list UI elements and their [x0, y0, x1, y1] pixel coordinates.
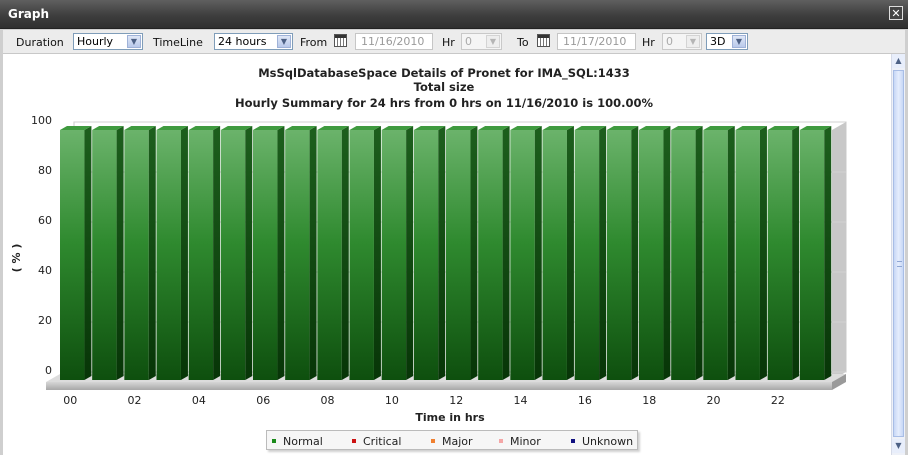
timeline-select[interactable]: 24 hours ▼ [214, 33, 293, 50]
chart-subtitle: Total size [413, 80, 475, 94]
duration-select[interactable]: Hourly ▼ [73, 33, 143, 50]
chevron-down-icon: ▼ [127, 35, 141, 48]
to-label: To [517, 36, 529, 49]
scroll-thumb[interactable] [893, 70, 904, 437]
view-select[interactable]: 3D ▼ [706, 33, 748, 50]
from-label: From [300, 36, 328, 49]
legend-swatch [571, 439, 575, 443]
to-date-field[interactable]: 11/17/2010 [557, 33, 636, 50]
to-hr-select[interactable]: 0 ▼ [662, 33, 702, 50]
to-hr-label: Hr [642, 36, 655, 49]
legend-item-critical: Critical [352, 435, 401, 448]
graph-toolbar: Duration Hourly ▼ TimeLine 24 hours ▼ Fr… [3, 30, 905, 54]
legend-swatch [352, 439, 356, 443]
from-hr-label: Hr [442, 36, 455, 49]
vertical-scrollbar[interactable]: ▲ ▼ [891, 54, 905, 455]
legend-swatch [499, 439, 503, 443]
legend-item-major: Major [431, 435, 473, 448]
duration-value: Hourly [77, 35, 114, 48]
window-titlebar: Graph ✕ [0, 0, 908, 29]
scroll-up-icon[interactable]: ▲ [892, 54, 905, 68]
view-value: 3D [710, 35, 726, 48]
window-title: Graph [8, 7, 49, 21]
legend-item-unknown: Unknown [571, 435, 633, 448]
from-hr-value: 0 [465, 35, 472, 48]
from-hr-select[interactable]: 0 ▼ [461, 33, 502, 50]
chart-legend: Normal Critical Major Minor Unknown [266, 430, 638, 450]
from-date-field[interactable]: 11/16/2010 [355, 33, 433, 50]
timeline-value: 24 hours [218, 35, 267, 48]
legend-swatch [272, 439, 276, 443]
legend-swatch [431, 439, 435, 443]
timeline-label: TimeLine [153, 36, 203, 49]
to-hr-value: 0 [666, 35, 673, 48]
close-icon[interactable]: ✕ [889, 6, 903, 20]
legend-item-minor: Minor [499, 435, 541, 448]
scroll-down-icon[interactable]: ▼ [892, 439, 905, 453]
calendar-icon[interactable] [537, 34, 550, 47]
chart-title: MsSqlDatabaseSpace Details of Pronet for… [258, 66, 630, 80]
calendar-icon[interactable] [334, 34, 347, 47]
chevron-down-icon: ▼ [277, 35, 291, 48]
legend-item-normal: Normal [272, 435, 323, 448]
chart-summary: Hourly Summary for 24 hrs from 0 hrs on … [235, 96, 653, 110]
graph-panel [3, 54, 891, 455]
chevron-down-icon: ▼ [732, 35, 746, 48]
chevron-down-icon: ▼ [686, 35, 700, 48]
duration-label: Duration [16, 36, 64, 49]
chevron-down-icon: ▼ [486, 35, 500, 48]
